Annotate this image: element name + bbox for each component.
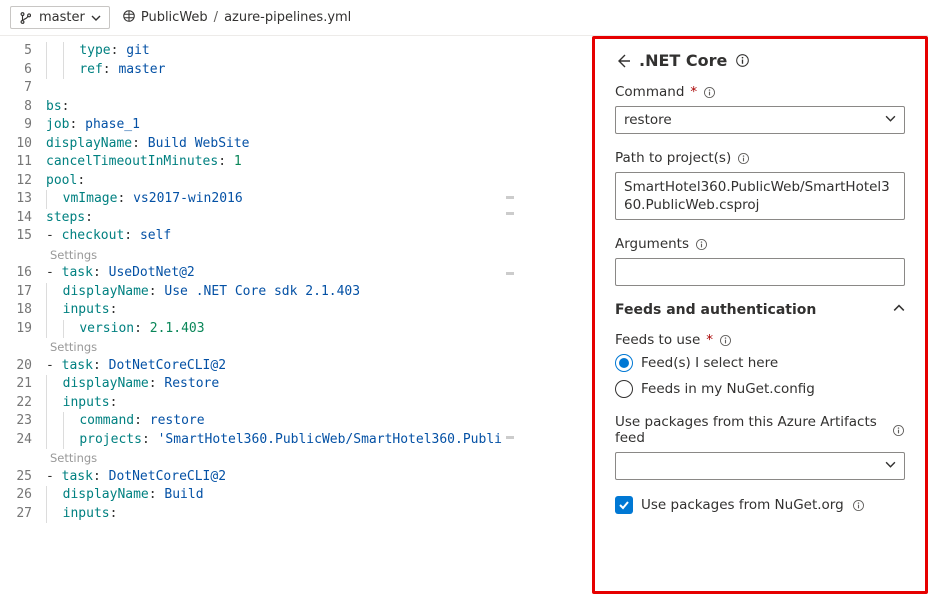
radio-label: Feed(s) I select here <box>641 355 778 371</box>
branch-name: master <box>39 10 85 25</box>
code-lens-settings[interactable]: Settings <box>46 246 502 265</box>
info-icon[interactable] <box>852 499 865 512</box>
breadcrumb: PublicWeb / azure-pipelines.yml <box>122 9 351 27</box>
code-line[interactable]: job: phase_1 <box>46 116 502 135</box>
code-line[interactable]: pool: <box>46 172 502 191</box>
info-icon[interactable] <box>737 152 750 165</box>
code-line[interactable]: bs: <box>46 98 502 117</box>
code-line[interactable]: version: 2.1.403 <box>46 320 502 339</box>
field-feeds: Feeds to use * Feed(s) I select here Fee… <box>615 332 905 398</box>
radio-label: Feeds in my NuGet.config <box>641 381 815 397</box>
radio-feeds-select-here[interactable]: Feed(s) I select here <box>615 354 905 372</box>
chevron-up-icon <box>893 302 905 318</box>
radio-icon <box>615 354 633 372</box>
branch-icon <box>19 11 33 25</box>
code-line[interactable]: ref: master <box>46 61 502 80</box>
info-icon[interactable] <box>735 53 750 68</box>
code-line[interactable]: displayName: Restore <box>46 375 502 394</box>
required-marker: * <box>690 84 697 100</box>
feeds-label: Feeds to use <box>615 332 700 348</box>
breadcrumb-separator: / <box>214 10 218 25</box>
code-line[interactable]: projects: 'SmartHotel360.PublicWeb/Smart… <box>46 431 502 450</box>
info-icon[interactable] <box>703 86 716 99</box>
code-editor[interactable]: 5678910111213141516171819202122232425262… <box>0 36 592 594</box>
path-input[interactable]: SmartHotel360.PublicWeb/SmartHotel360.Pu… <box>615 172 905 220</box>
code-line[interactable]: cancelTimeoutInMinutes: 1 <box>46 153 502 172</box>
info-icon[interactable] <box>892 424 905 437</box>
code-line[interactable]: displayName: Build <box>46 486 502 505</box>
checkbox-icon <box>615 496 633 514</box>
field-artifacts-feed: Use packages from this Azure Artifacts f… <box>615 414 905 480</box>
panel-header: .NET Core <box>615 51 905 70</box>
command-label: Command <box>615 84 684 100</box>
field-arguments: Arguments <box>615 236 905 286</box>
arguments-input[interactable] <box>615 258 905 286</box>
code-line[interactable]: displayName: Build WebSite <box>46 135 502 154</box>
code-line[interactable]: inputs: <box>46 505 502 524</box>
info-icon[interactable] <box>719 334 732 347</box>
artifacts-label: Use packages from this Azure Artifacts f… <box>615 414 886 446</box>
panel-title: .NET Core <box>639 51 727 70</box>
line-number-gutter: 5678910111213141516171819202122232425262… <box>0 36 46 594</box>
radio-icon <box>615 380 633 398</box>
checkbox-nuget-org[interactable]: Use packages from NuGet.org <box>615 496 905 514</box>
path-value: SmartHotel360.PublicWeb/SmartHotel360.Pu… <box>624 178 896 214</box>
code-line[interactable]: - checkout: self <box>46 227 502 246</box>
checkbox-label: Use packages from NuGet.org <box>641 497 844 513</box>
section-title: Feeds and authentication <box>615 302 816 318</box>
field-command: Command * restore <box>615 84 905 134</box>
repo-icon <box>122 9 136 27</box>
chevron-down-icon <box>885 112 896 128</box>
task-settings-panel: .NET Core Command * restore Pa <box>592 36 928 594</box>
breadcrumb-repo-label: PublicWeb <box>141 10 208 25</box>
code-line[interactable]: type: git <box>46 42 502 61</box>
code-lens-settings[interactable]: Settings <box>46 449 502 468</box>
code-line[interactable]: steps: <box>46 209 502 228</box>
command-select[interactable]: restore <box>615 106 905 134</box>
code-line[interactable]: inputs: <box>46 394 502 413</box>
code-line[interactable]: command: restore <box>46 412 502 431</box>
code-line[interactable]: - task: DotNetCoreCLI@2 <box>46 357 502 376</box>
editor-minimap[interactable] <box>502 36 516 594</box>
code-line[interactable]: - task: DotNetCoreCLI@2 <box>46 468 502 487</box>
radio-feeds-nuget-config[interactable]: Feeds in my NuGet.config <box>615 380 905 398</box>
breadcrumb-file[interactable]: azure-pipelines.yml <box>224 10 351 25</box>
command-value: restore <box>624 112 672 128</box>
chevron-down-icon <box>885 458 896 474</box>
branch-picker[interactable]: master <box>10 6 110 29</box>
code-line[interactable]: - task: UseDotNet@2 <box>46 264 502 283</box>
field-path: Path to project(s) SmartHotel360.PublicW… <box>615 150 905 220</box>
breadcrumb-repo[interactable]: PublicWeb <box>122 9 208 27</box>
code-line[interactable]: displayName: Use .NET Core sdk 2.1.403 <box>46 283 502 302</box>
section-feeds-auth[interactable]: Feeds and authentication <box>615 302 905 318</box>
required-marker: * <box>706 332 713 348</box>
artifacts-select[interactable] <box>615 452 905 480</box>
back-button[interactable] <box>615 53 631 69</box>
chevron-down-icon <box>91 13 101 23</box>
code-lens-settings[interactable]: Settings <box>46 338 502 357</box>
arguments-label: Arguments <box>615 236 689 252</box>
code-line[interactable] <box>46 79 502 98</box>
code-line[interactable]: vmImage: vs2017-win2016 <box>46 190 502 209</box>
path-label: Path to project(s) <box>615 150 731 166</box>
code-line[interactable]: inputs: <box>46 301 502 320</box>
code-content[interactable]: type: git ref: masterbs:job: phase_1disp… <box>46 36 502 594</box>
info-icon[interactable] <box>695 238 708 251</box>
editor-topbar: master PublicWeb / azure-pipelines.yml <box>0 0 928 36</box>
